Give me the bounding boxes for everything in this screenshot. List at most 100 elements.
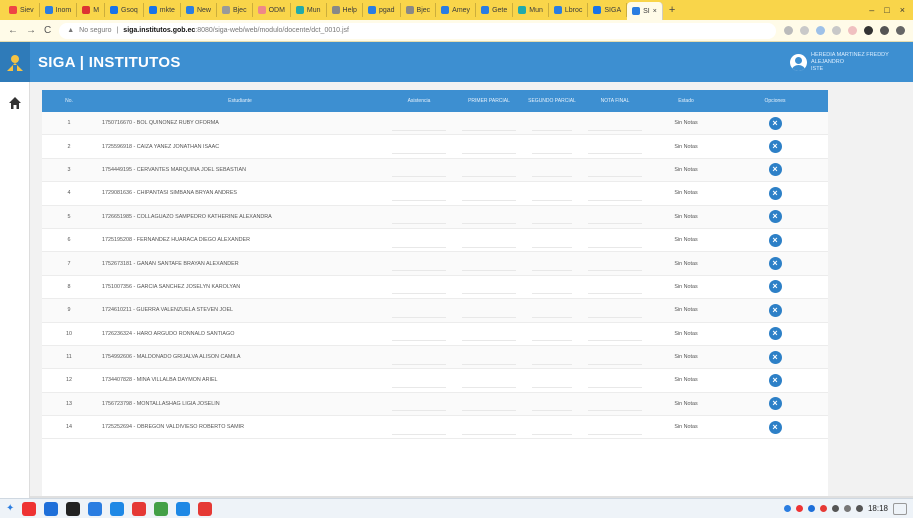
second-partial-field[interactable] <box>532 279 572 295</box>
tray-icon[interactable] <box>783 505 791 512</box>
extension-icon[interactable] <box>816 26 825 35</box>
second-partial-field[interactable] <box>532 350 572 365</box>
second-partial-field[interactable] <box>532 373 572 388</box>
second-partial-field[interactable] <box>532 396 572 412</box>
header-student[interactable]: Estudiante <box>96 98 384 104</box>
second-partial-field[interactable] <box>532 233 572 248</box>
maximize-icon[interactable]: □ <box>884 5 889 15</box>
attendance-field[interactable] <box>392 420 446 435</box>
taskbar-app-icon[interactable] <box>132 501 147 516</box>
header-options[interactable]: Opciones <box>722 98 828 104</box>
tray-icon[interactable] <box>807 505 815 512</box>
attendance-field[interactable] <box>392 139 446 155</box>
back-icon[interactable]: ← <box>8 25 18 36</box>
header-status[interactable]: Estado <box>650 98 722 104</box>
first-partial-field[interactable] <box>462 256 516 272</box>
attendance-field[interactable] <box>392 279 446 295</box>
taskbar-app-icon[interactable] <box>44 501 59 516</box>
second-partial-field[interactable] <box>532 256 572 272</box>
forward-icon[interactable]: → <box>26 25 36 36</box>
attendance-field[interactable] <box>392 350 446 365</box>
remove-icon[interactable]: × <box>768 210 782 224</box>
reload-icon[interactable]: C <box>44 25 51 36</box>
remove-icon[interactable]: × <box>768 186 782 200</box>
warning-icon[interactable]: ▲ <box>67 27 74 34</box>
attendance-field[interactable] <box>392 186 446 201</box>
browser-tab[interactable]: ODM <box>253 3 291 17</box>
menu-icon[interactable] <box>896 26 905 35</box>
attendance-field[interactable] <box>392 303 446 318</box>
notification-icon[interactable] <box>893 502 907 515</box>
attendance-field[interactable] <box>392 162 446 178</box>
first-partial-field[interactable] <box>462 350 516 365</box>
extension-icon[interactable] <box>848 26 857 35</box>
browser-tab[interactable]: Gsoq <box>105 3 144 17</box>
taskbar-app-icon[interactable] <box>154 501 169 516</box>
menu-toggle[interactable] <box>0 42 30 82</box>
network-icon[interactable] <box>843 505 851 512</box>
first-partial-field[interactable] <box>462 303 516 318</box>
header-first-partial[interactable]: PRIMER PARCIAL <box>454 98 524 104</box>
browser-tab[interactable]: Gete <box>476 3 514 17</box>
browser-tab[interactable]: M <box>77 3 106 17</box>
remove-icon[interactable]: × <box>768 140 782 154</box>
first-partial-field[interactable] <box>462 186 516 201</box>
remove-icon[interactable]: × <box>768 163 782 177</box>
new-tab-button[interactable]: + <box>663 4 681 16</box>
extension-icon[interactable] <box>800 26 809 35</box>
address-bar[interactable]: ▲ No seguro | siga.institutos.gob.ec:808… <box>59 22 776 39</box>
home-icon[interactable] <box>8 96 22 110</box>
browser-tab[interactable]: Bjec <box>401 3 437 17</box>
attendance-field[interactable] <box>392 326 446 342</box>
second-partial-field[interactable] <box>532 186 572 201</box>
header-number[interactable]: No. <box>42 98 96 104</box>
attendance-field[interactable] <box>392 256 446 272</box>
first-partial-field[interactable] <box>462 116 516 131</box>
header-final-grade[interactable]: NOTA FINAL <box>580 98 650 104</box>
browser-tab[interactable]: Siev <box>4 3 40 17</box>
first-partial-field[interactable] <box>462 209 516 225</box>
first-partial-field[interactable] <box>462 420 516 435</box>
browser-tab[interactable]: SI × <box>627 2 663 20</box>
user-menu[interactable]: HEREDIA MARTINEZ FREDDY ALEJANDRO ISTE <box>790 52 913 73</box>
remove-icon[interactable]: × <box>768 280 782 294</box>
attendance-field[interactable] <box>392 373 446 388</box>
browser-tab[interactable]: Lbroc <box>549 3 589 17</box>
taskbar-app-icon[interactable] <box>66 501 81 516</box>
user-avatar-icon[interactable] <box>790 53 807 71</box>
extension-icon[interactable] <box>864 26 873 35</box>
tab-close-icon[interactable]: × <box>653 8 657 15</box>
remove-icon[interactable]: × <box>768 257 782 271</box>
profile-icon[interactable] <box>880 26 889 35</box>
header-attendance[interactable]: Asistencia <box>384 98 454 104</box>
browser-tab[interactable]: pgad <box>363 3 401 17</box>
attendance-field[interactable] <box>392 396 446 412</box>
minimize-icon[interactable]: – <box>869 5 874 15</box>
attendance-field[interactable] <box>392 209 446 225</box>
tray-icon[interactable] <box>795 505 803 512</box>
browser-tab[interactable]: Inom <box>40 3 78 17</box>
taskbar-app-icon[interactable] <box>110 501 125 516</box>
taskbar-app-icon[interactable] <box>198 501 213 516</box>
remove-icon[interactable]: × <box>768 397 782 411</box>
taskbar-app-icon[interactable] <box>88 501 103 516</box>
second-partial-field[interactable] <box>532 326 572 342</box>
volume-icon[interactable] <box>855 505 863 512</box>
first-partial-field[interactable] <box>462 162 516 178</box>
tray-icon[interactable] <box>831 505 839 512</box>
first-partial-field[interactable] <box>462 396 516 412</box>
remove-icon[interactable]: × <box>768 233 782 247</box>
second-partial-field[interactable] <box>532 162 572 178</box>
browser-tab[interactable]: mkte <box>144 3 181 17</box>
second-partial-field[interactable] <box>532 139 572 155</box>
remove-icon[interactable]: × <box>768 420 782 434</box>
browser-tab[interactable]: Mun <box>291 3 327 17</box>
attendance-field[interactable] <box>392 116 446 131</box>
remove-icon[interactable]: × <box>768 350 782 364</box>
extension-icon[interactable] <box>832 26 841 35</box>
browser-tab[interactable]: SIGA <box>588 3 628 17</box>
first-partial-field[interactable] <box>462 279 516 295</box>
remove-icon[interactable]: × <box>768 373 782 387</box>
browser-tab[interactable]: Amey <box>436 3 477 17</box>
taskbar-app-icon[interactable] <box>22 501 37 516</box>
